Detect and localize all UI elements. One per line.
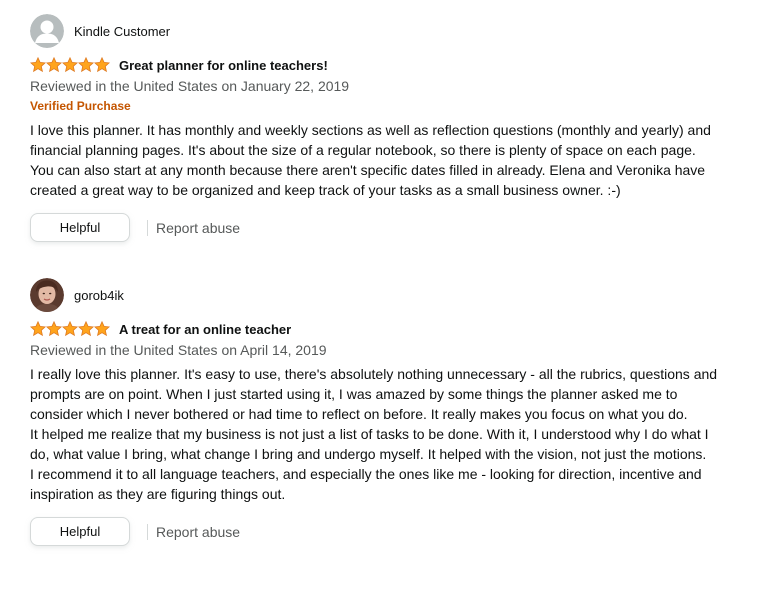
star-icon [93, 57, 110, 73]
review-title[interactable]: A treat for an online teacher [119, 322, 291, 337]
star-icon [77, 321, 95, 337]
star-icon [30, 321, 47, 337]
star-icon [30, 57, 47, 73]
review-card: gorob4ik A treat for an online teacher R… [30, 278, 720, 547]
review-date: Reviewed in the United States on January… [30, 78, 350, 94]
review-actions: Helpful Report abuse [30, 212, 720, 243]
review-title[interactable]: Great planner for online teachers! [119, 58, 328, 73]
star-icon [93, 321, 110, 337]
review-paragraph: It helped me realize that my business is… [30, 426, 709, 462]
review-actions: Helpful Report abuse [30, 516, 720, 547]
report-abuse-link[interactable]: Report abuse [156, 220, 240, 236]
reviewer-name[interactable]: gorob4ik [74, 288, 124, 303]
reviewer-name[interactable]: Kindle Customer [74, 24, 170, 39]
star-icon [77, 57, 95, 73]
helpful-button[interactable]: Helpful [30, 517, 130, 546]
star-icon [45, 321, 63, 337]
review-title-row: A treat for an online teacher [30, 319, 720, 339]
star-rating[interactable] [30, 321, 110, 337]
verified-purchase-badge[interactable]: Verified Purchase [30, 96, 720, 116]
user-photo [30, 278, 64, 312]
divider [147, 219, 148, 236]
star-rating[interactable] [30, 57, 110, 73]
report-abuse-link[interactable]: Report abuse [156, 524, 240, 540]
star-icon [61, 57, 79, 73]
review-text: I really love this planner. It's easy to… [30, 364, 720, 504]
review-paragraph: I recommend it to all language teachers,… [30, 466, 702, 502]
helpful-button[interactable]: Helpful [30, 213, 130, 242]
five-star-icon [30, 57, 110, 73]
five-star-icon [30, 321, 110, 337]
reviewer-profile[interactable]: gorob4ik [30, 278, 720, 312]
star-icon [61, 321, 79, 337]
review-paragraph: I love this planner. It has monthly and … [30, 122, 711, 198]
review-card: Kindle Customer Great planner for online… [30, 14, 720, 243]
star-icon [45, 57, 63, 73]
divider [147, 523, 148, 540]
review-paragraph: I really love this planner. It's easy to… [30, 366, 718, 422]
review-date: Reviewed in the United States on April 1… [30, 342, 327, 358]
reviewer-profile[interactable]: Kindle Customer [30, 14, 720, 48]
review-title-row: Great planner for online teachers! [30, 55, 720, 75]
review-text: I love this planner. It has monthly and … [30, 120, 720, 200]
default-user-icon [30, 14, 64, 48]
